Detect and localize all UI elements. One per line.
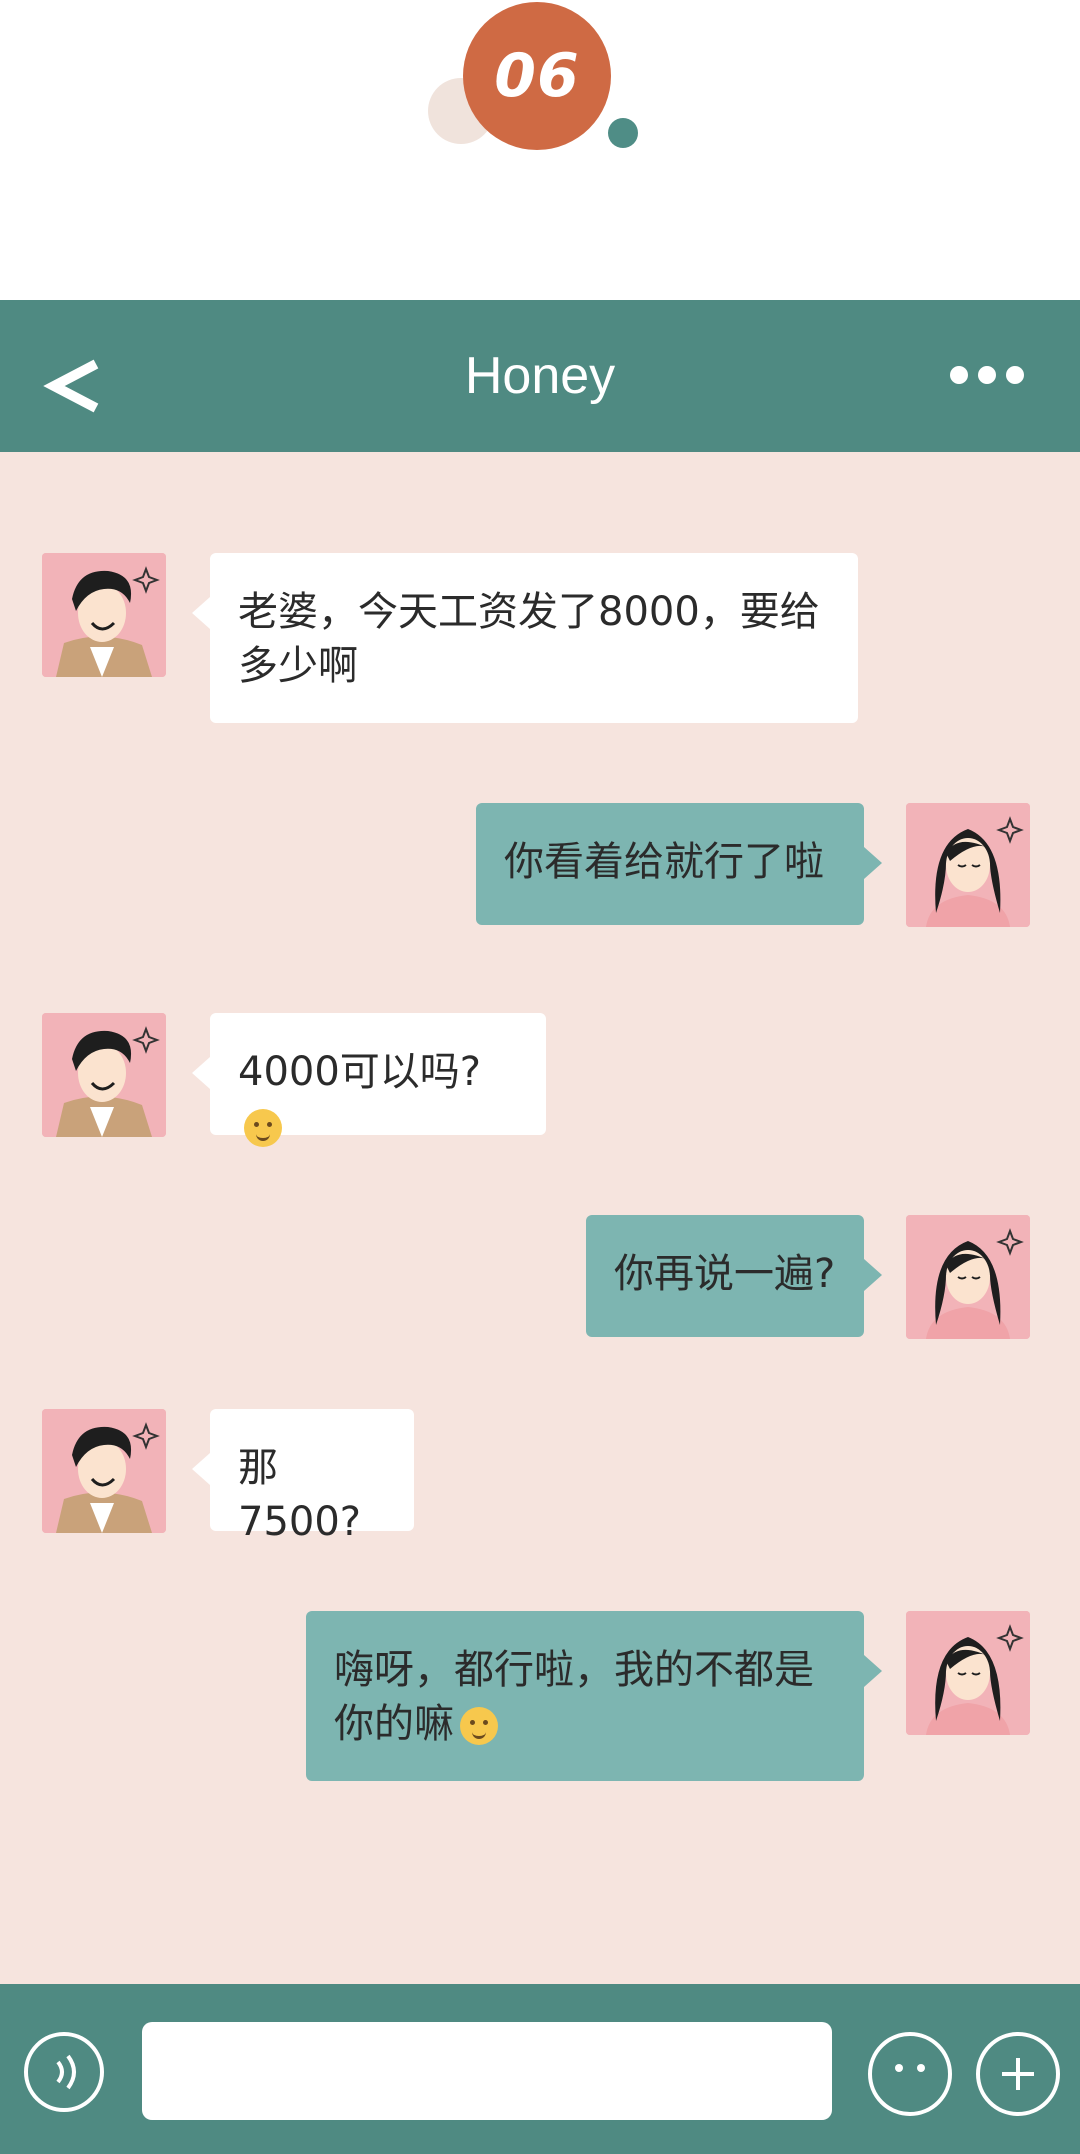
- message-bubble: 老婆，今天工资发了8000，要给多少啊: [192, 553, 858, 723]
- boyfriend-avatar[interactable]: [42, 1409, 166, 1533]
- more-dots-icon: [950, 366, 968, 384]
- add-button[interactable]: [976, 2032, 1060, 2116]
- message-bubble: 4000可以吗?: [192, 1013, 546, 1147]
- emoji-icon: [895, 2064, 925, 2072]
- girlfriend-avatar[interactable]: [906, 1215, 1030, 1339]
- more-dot: [978, 366, 996, 384]
- message-text: 老婆，今天工资发了8000，要给多少啊: [238, 589, 820, 689]
- message-text: 嗨呀，都行啦，我的不都是你的嘛: [334, 1647, 814, 1747]
- message-bubble: 你再说一遍?: [586, 1215, 882, 1337]
- chat-header: Honey: [0, 300, 1080, 452]
- chat-title: Honey: [464, 347, 616, 405]
- episode-badge: 06: [463, 2, 611, 150]
- message-bubble: 那7500?: [192, 1409, 414, 1545]
- emoji-button[interactable]: [868, 2032, 952, 2116]
- episode-badge-area: 06: [0, 0, 1080, 300]
- girlfriend-avatar[interactable]: [906, 803, 1030, 927]
- voice-icon: [56, 2054, 76, 2090]
- back-button[interactable]: [40, 356, 110, 416]
- message-text: 4000可以吗?: [238, 1049, 482, 1095]
- more-dot: [1006, 366, 1024, 384]
- smile-emoji-icon: [244, 1109, 282, 1147]
- badge-accent-dot: [608, 118, 638, 148]
- message-bubble: 你看着给就行了啦: [476, 803, 882, 925]
- boyfriend-avatar[interactable]: [42, 553, 166, 677]
- message-text: 你再说一遍?: [614, 1251, 836, 1297]
- flushed-emoji-icon: [460, 1707, 498, 1745]
- message-input[interactable]: [142, 2022, 832, 2120]
- more-button[interactable]: [950, 360, 1026, 390]
- plus-icon: [1002, 2058, 1034, 2090]
- chevron-left-icon: [43, 359, 99, 413]
- message-text: 那7500?: [238, 1445, 362, 1545]
- message-text: 你看着给就行了啦: [504, 839, 824, 885]
- girlfriend-avatar[interactable]: [906, 1611, 1030, 1735]
- message-bubble: 嗨呀，都行啦，我的不都是你的嘛: [306, 1611, 882, 1781]
- chat-area: 老婆，今天工资发了8000，要给多少啊 你看着给就行了啦 4000可以吗? 你再…: [0, 452, 1080, 1984]
- boyfriend-avatar[interactable]: [42, 1013, 166, 1137]
- voice-button[interactable]: [24, 2032, 104, 2112]
